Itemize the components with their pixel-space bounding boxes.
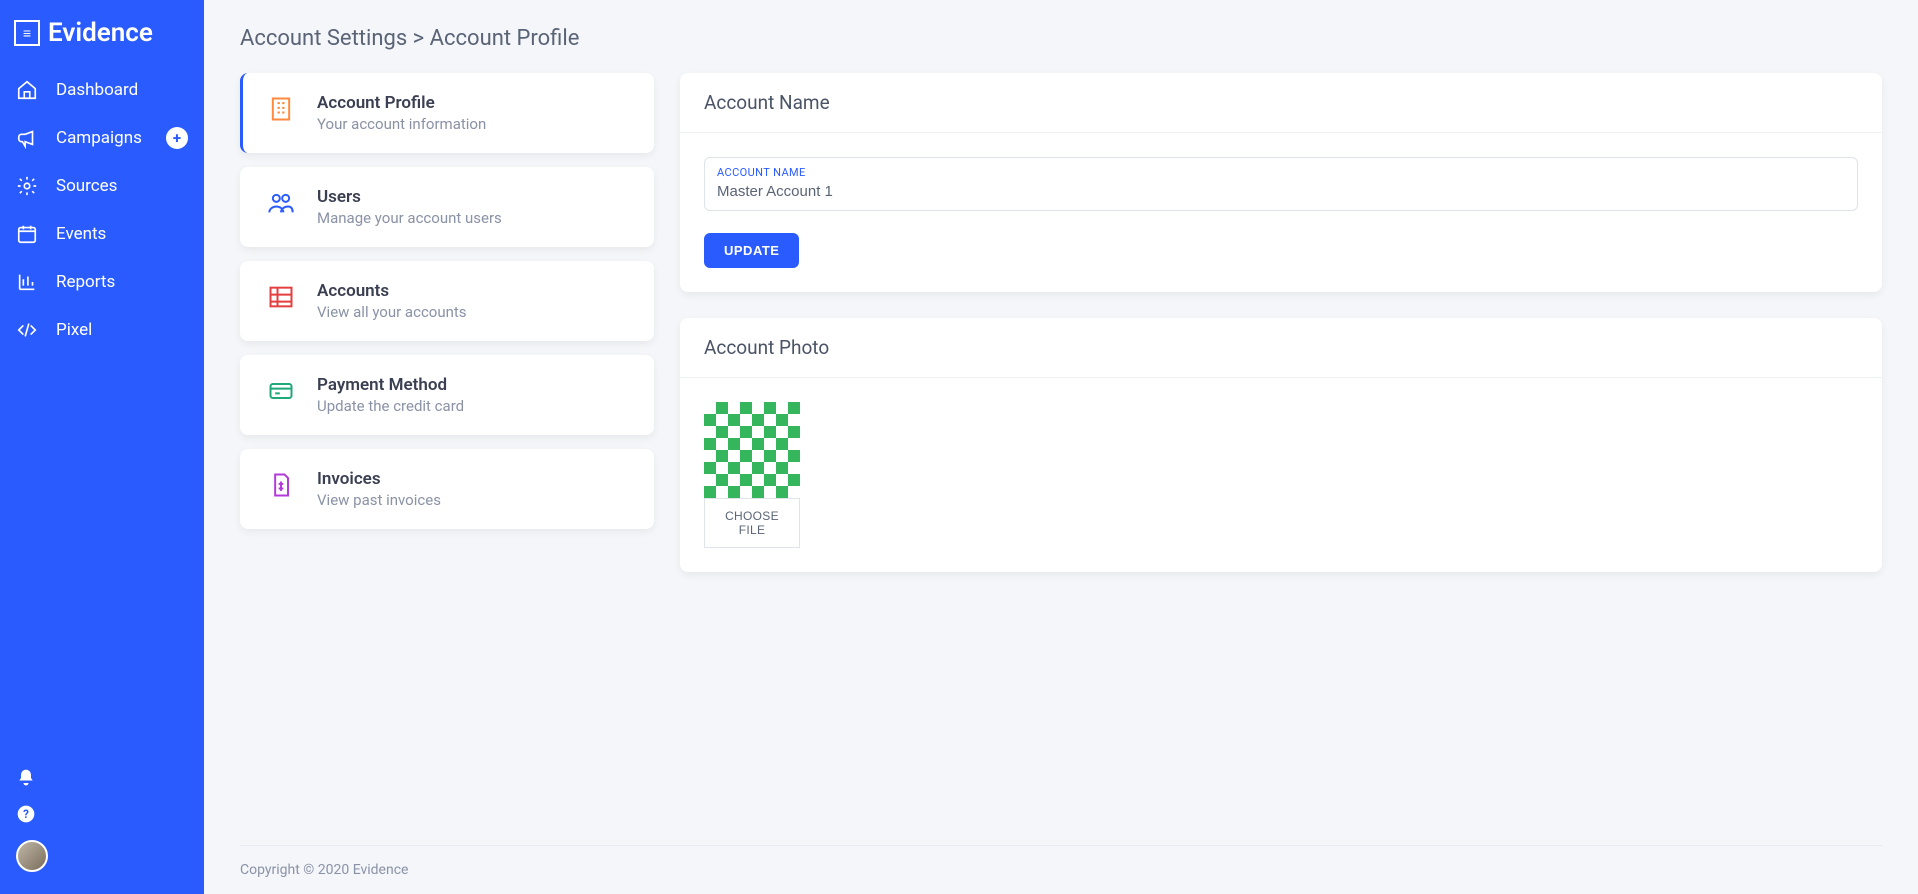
app-name: Evidence [48, 18, 153, 48]
sidebar-item-sources[interactable]: Sources [0, 162, 204, 210]
sidebar-item-label: Pixel [56, 320, 92, 340]
update-button[interactable]: UPDATE [704, 233, 799, 268]
tile-subtitle: Manage your account users [317, 209, 502, 227]
account-photo-image [704, 402, 800, 498]
tile-subtitle: Update the credit card [317, 397, 464, 415]
sidebar-item-label: Sources [56, 176, 117, 196]
breadcrumb: Account Settings > Account Profile [240, 26, 1882, 51]
main: Account Settings > Account Profile Accou… [204, 0, 1918, 894]
invoice-icon [265, 469, 297, 501]
tile-payment-method[interactable]: Payment Method Update the credit card [240, 355, 654, 435]
account-name-card: Account Name ACCOUNT NAME UPDATE [680, 73, 1882, 292]
tile-subtitle: View past invoices [317, 491, 441, 509]
tile-account-profile[interactable]: Account Profile Your account information [240, 73, 654, 153]
sidebar-item-events[interactable]: Events [0, 210, 204, 258]
sidebar-item-label: Events [56, 224, 106, 244]
breadcrumb-separator: > [413, 26, 425, 51]
tile-invoices[interactable]: Invoices View past invoices [240, 449, 654, 529]
tile-title: Payment Method [317, 375, 464, 395]
svg-text:?: ? [23, 807, 29, 821]
table-icon [265, 281, 297, 313]
calendar-icon [16, 223, 38, 245]
tile-title: Users [317, 187, 502, 207]
help-icon[interactable]: ? [16, 804, 38, 826]
account-name-input[interactable] [717, 183, 1845, 200]
code-icon [16, 319, 38, 341]
sidebar: ≡ Evidence Dashboard Campaigns + [0, 0, 204, 894]
account-name-label: ACCOUNT NAME [717, 166, 1845, 179]
tile-subtitle: Your account information [317, 115, 486, 133]
credit-card-icon [265, 375, 297, 407]
card-header: Account Name [680, 73, 1882, 133]
sidebar-item-campaigns[interactable]: Campaigns + [0, 114, 204, 162]
tile-title: Account Profile [317, 93, 486, 113]
sidebar-item-label: Campaigns [56, 128, 142, 148]
footer-copyright: Copyright © 2020 Evidence [240, 845, 1882, 894]
user-avatar[interactable] [16, 840, 48, 872]
choose-file-button[interactable]: CHOOSE FILE [704, 498, 800, 548]
notifications-icon[interactable] [16, 768, 38, 790]
add-campaign-button[interactable]: + [166, 127, 188, 149]
card-header: Account Photo [680, 318, 1882, 378]
tile-accounts[interactable]: Accounts View all your accounts [240, 261, 654, 341]
settings-tiles-column: Account Profile Your account information… [240, 73, 654, 529]
sidebar-item-pixel[interactable]: Pixel [0, 306, 204, 354]
logo-icon: ≡ [14, 20, 40, 46]
account-photo-card: Account Photo CHOOSE FILE [680, 318, 1882, 572]
app-logo[interactable]: ≡ Evidence [0, 12, 204, 66]
sidebar-item-dashboard[interactable]: Dashboard [0, 66, 204, 114]
account-name-field-wrapper: ACCOUNT NAME [704, 157, 1858, 211]
building-icon [265, 93, 297, 125]
sidebar-item-label: Dashboard [56, 80, 138, 100]
sidebar-item-reports[interactable]: Reports [0, 258, 204, 306]
megaphone-icon [16, 127, 38, 149]
tile-title: Accounts [317, 281, 467, 301]
breadcrumb-parent[interactable]: Account Settings [240, 26, 407, 51]
gear-icon [16, 175, 38, 197]
tile-subtitle: View all your accounts [317, 303, 467, 321]
chart-icon [16, 271, 38, 293]
sidebar-nav: Dashboard Campaigns + Sources Events [0, 66, 204, 354]
tile-title: Invoices [317, 469, 441, 489]
users-icon [265, 187, 297, 219]
sidebar-item-label: Reports [56, 272, 115, 292]
home-icon [16, 79, 38, 101]
breadcrumb-current: Account Profile [430, 26, 580, 51]
tile-users[interactable]: Users Manage your account users [240, 167, 654, 247]
